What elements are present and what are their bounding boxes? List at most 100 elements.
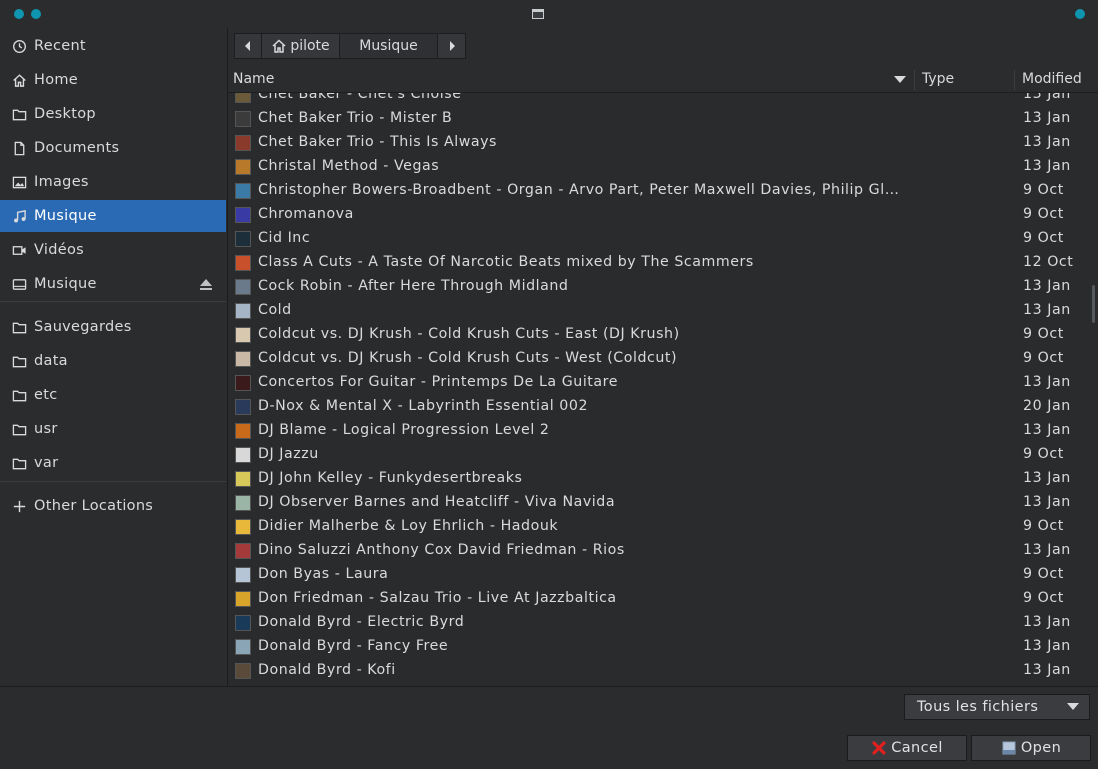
eject-icon[interactable] [198,276,214,292]
file-name: Cid Inc [258,230,311,246]
file-row[interactable]: DJ Observer Barnes and Heatcliff - Viva … [228,491,1090,515]
file-row[interactable]: Chet Baker Trio - This Is Always 13 Jan [228,131,1090,155]
file-row[interactable]: Cold 13 Jan [228,299,1090,323]
open-label: Open [1020,740,1062,756]
file-name: Chet Baker - Chet's Choise [258,93,462,102]
file-row[interactable]: Coldcut vs. DJ Krush - Cold Krush Cuts -… [228,323,1090,347]
sidebar-item-label: Home [34,72,79,88]
file-row[interactable]: DJ Blame - Logical Progression Level 2 13… [228,419,1090,443]
minimize-window-icon[interactable] [1075,9,1085,19]
file-row[interactable]: Cock Robin - After Here Through Midland 1… [228,275,1090,299]
file-modified: 13 Jan [1023,93,1071,102]
album-cover-thumbnail [235,615,251,631]
file-row[interactable]: DJ Jazzu 9 Oct [228,443,1090,467]
file-row[interactable]: Coldcut vs. DJ Krush - Cold Krush Cuts -… [228,347,1090,371]
column-modified-header[interactable]: Modified [1022,71,1082,87]
sidebar-separator [0,481,226,482]
sidebar-item-home[interactable]: Home [0,64,226,96]
file-row[interactable]: Chet Baker - Chet's Choise 13 Jan [228,93,1090,107]
file-modified: 13 Jan [1023,422,1071,438]
file-name: Coldcut vs. DJ Krush - Cold Krush Cuts -… [258,326,680,342]
file-modified: 13 Jan [1023,278,1071,294]
sidebar-item-label: Musique [34,276,97,292]
file-name: Christopher Bowers-Broadbent - Organ - A… [258,182,908,198]
album-cover-thumbnail [235,255,251,271]
chevron-down-icon [1067,703,1079,710]
file-list[interactable]: Chet Baker - Chet's Choise 13 Jan Chet Bak… [228,93,1098,686]
file-modified: 9 Oct [1023,326,1064,342]
file-name: Dino Saluzzi Anthony Cox David Friedman … [258,542,625,558]
file-modified: 9 Oct [1023,350,1064,366]
file-row[interactable]: Christopher Bowers-Broadbent - Organ - A… [228,179,1090,203]
file-row[interactable]: Cid Inc 9 Oct [228,227,1090,251]
cancel-label: Cancel [891,740,943,756]
sidebar-item-sauvegardes[interactable]: Sauvegardes [0,311,226,343]
maximize-window-icon[interactable] [31,9,41,19]
column-name-header[interactable]: Name [233,71,274,87]
file-browser: pilote Musique Name Type Modified Chet B… [228,28,1098,686]
sidebar-item-data[interactable]: data [0,345,226,377]
file-row[interactable]: DJ John Kelley - Funkydesertbreaks 13 Jan [228,467,1090,491]
file-row[interactable]: Don Byas - Laura 9 Oct [228,563,1090,587]
cancel-button[interactable]: Cancel [847,735,967,761]
sidebar-item-vidéos[interactable]: Vidéos [0,234,226,266]
path-current-button[interactable]: Musique [340,33,438,59]
file-row[interactable]: D-Nox & Mental X - Labyrinth Essential 0… [228,395,1090,419]
folder-icon [10,318,28,336]
close-window-icon[interactable] [14,9,24,19]
sidebar-item-label: Vidéos [34,242,84,258]
scrollbar-thumb[interactable] [1092,285,1095,323]
column-type-header[interactable]: Type [922,71,954,87]
file-row[interactable]: Donald Byrd - Kofi 13 Jan [228,659,1090,683]
folder-icon [10,420,28,438]
sidebar-item-var[interactable]: var [0,447,226,479]
column-separator[interactable] [1014,70,1015,90]
sidebar-item-desktop[interactable]: Desktop [0,98,226,130]
title-bar [0,0,1098,28]
file-row[interactable]: Donald Byrd - Fancy Free 13 Jan [228,635,1090,659]
sidebar-item-musique[interactable]: Musique [0,268,226,300]
sidebar-item-documents[interactable]: Documents [0,132,226,164]
file-row[interactable]: Class A Cuts - A Taste Of Narcotic Beats… [228,251,1090,275]
album-cover-thumbnail [235,183,251,199]
file-modified: 13 Jan [1023,302,1071,318]
column-separator[interactable] [914,70,915,90]
file-name: Chet Baker Trio - This Is Always [258,134,497,150]
file-filter-label: Tous les fichiers [917,699,1039,715]
path-home-button[interactable]: pilote [262,33,340,59]
file-row[interactable]: Chromanova 9 Oct [228,203,1090,227]
path-forward-button[interactable] [438,33,466,59]
file-row[interactable]: Donald Byrd - Electric Byrd 13 Jan [228,611,1090,635]
chevron-left-icon [245,41,250,51]
file-row[interactable]: Concertos For Guitar - Printemps De La G… [228,371,1090,395]
file-row[interactable]: Don Friedman - Salzau Trio - Live At Jaz… [228,587,1090,611]
sidebar-item-label: Images [34,174,89,190]
file-row[interactable]: Chet Baker Trio - Mister B 13 Jan [228,107,1090,131]
column-header: Name Type Modified [228,68,1098,93]
sort-down-icon[interactable] [894,76,906,84]
file-filter-select[interactable]: Tous les fichiers [904,694,1090,720]
album-cover-thumbnail [235,471,251,487]
sidebar-item-musique[interactable]: Musique [0,200,226,232]
sidebar-item-usr[interactable]: usr [0,413,226,445]
file-row[interactable]: Dino Saluzzi Anthony Cox David Friedman … [228,539,1090,563]
sidebar-item-recent[interactable]: Recent [0,30,226,62]
file-name: Donald Byrd - Kofi [258,662,396,678]
sidebar-item-images[interactable]: Images [0,166,226,198]
file-name: DJ Blame - Logical Progression Level 2 [258,422,550,438]
file-modified: 13 Jan [1023,494,1071,510]
sidebar-item-etc[interactable]: etc [0,379,226,411]
cancel-icon [872,741,886,755]
file-modified: 13 Jan [1023,374,1071,390]
file-row[interactable]: Didier Malherbe & Loy Ehrlich - Hadouk 9 … [228,515,1090,539]
album-cover-thumbnail [235,663,251,679]
music-icon [10,207,28,225]
sidebar-item-other-locations[interactable]: Other Locations [0,490,226,522]
album-cover-thumbnail [235,279,251,295]
file-modified: 9 Oct [1023,182,1064,198]
file-row[interactable]: Christal Method - Vegas 13 Jan [228,155,1090,179]
open-button[interactable]: Open [971,735,1091,761]
path-back-button[interactable] [234,33,262,59]
album-cover-thumbnail [235,111,251,127]
file-name: DJ Jazzu [258,446,319,462]
